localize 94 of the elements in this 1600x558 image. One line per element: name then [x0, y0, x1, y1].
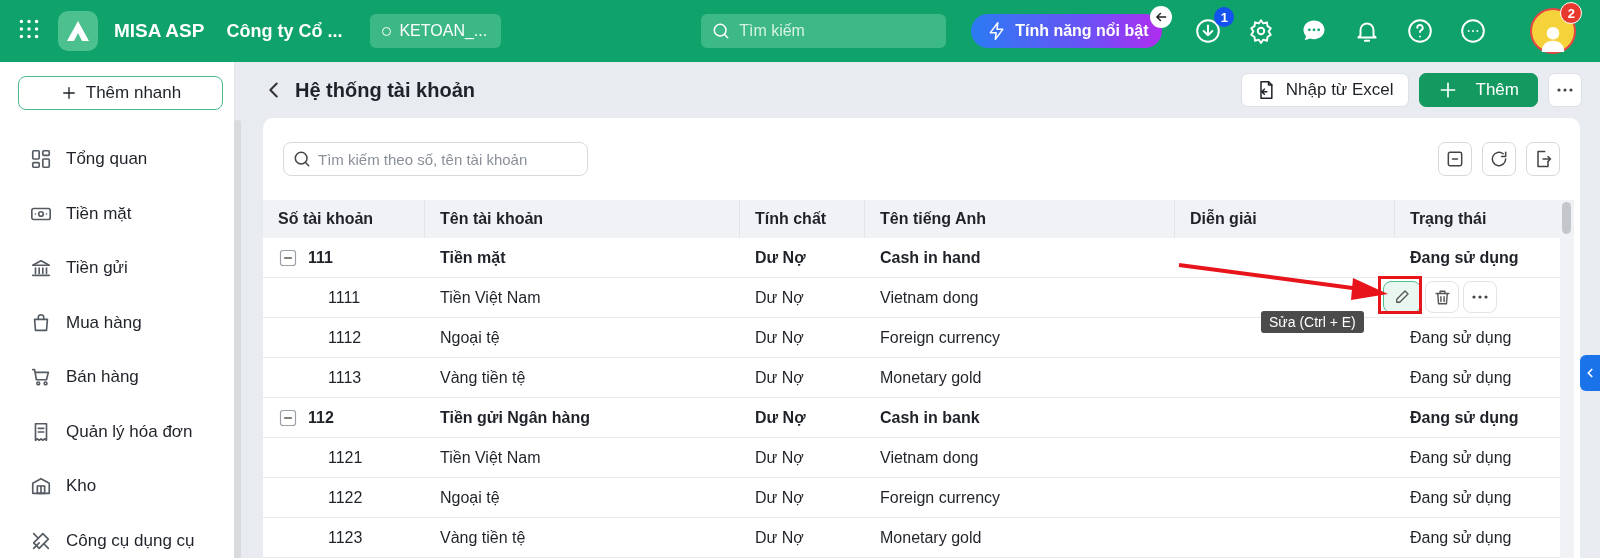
status-text: Đang sử dụng — [1410, 488, 1512, 507]
page-title: Hệ thống tài khoản — [295, 78, 476, 102]
search-icon — [292, 149, 312, 169]
english-name: Cash in bank — [880, 408, 980, 427]
refresh-icon — [1489, 149, 1509, 169]
more-button[interactable] — [1548, 73, 1582, 107]
status-text: Đang sử dụng — [1410, 368, 1512, 387]
account-name: Tiền Việt Nam — [440, 448, 541, 467]
dashboard-icon — [30, 148, 52, 171]
column-header: Tên tài khoản — [425, 200, 740, 238]
account-search-field[interactable]: Tìm kiếm theo số, tên tài khoản — [283, 142, 588, 176]
scrollbar-thumb[interactable] — [1562, 202, 1571, 234]
trash-icon — [1432, 287, 1452, 307]
notification-badge: 2 — [1560, 2, 1583, 24]
account-number: 1113 — [328, 368, 362, 387]
minus-square-icon — [1445, 149, 1465, 169]
english-name: Foreign currency — [880, 328, 1001, 347]
sidebar-item[interactable]: Mua hàng — [18, 295, 234, 350]
account-nature: Dư Nợ — [755, 448, 804, 467]
column-header: Diễn giải — [1175, 200, 1395, 238]
more-button[interactable] — [1459, 17, 1488, 45]
account-nature: Dư Nợ — [755, 328, 804, 347]
side-panel-toggle[interactable] — [1580, 355, 1600, 391]
add-button[interactable]: Thêm — [1418, 73, 1538, 107]
collapse-icon — [278, 247, 298, 268]
account-nature: Dư Nợ — [755, 248, 806, 267]
column-header: Số tài khoản — [263, 200, 425, 238]
notification-badge: 1 — [1214, 7, 1235, 27]
account-name: Ngoại tệ — [440, 488, 500, 507]
account-name: Tiền Việt Nam — [440, 288, 541, 307]
import-excel-button[interactable]: Nhập từ Excel — [1240, 73, 1409, 107]
cart-icon — [30, 366, 52, 389]
features-button[interactable]: Tính năng nổi bật — [971, 14, 1163, 48]
account-number: 1122 — [328, 488, 363, 507]
user-avatar[interactable] — [1530, 8, 1577, 54]
account-name: Vàng tiền tệ — [440, 368, 526, 387]
pencil-icon — [1393, 288, 1411, 306]
sidebar-item[interactable]: Bán hàng — [18, 350, 234, 405]
app-name: MISA ASP — [114, 20, 205, 42]
english-name: Vietnam dong — [880, 448, 979, 467]
account-nature: Dư Nợ — [755, 368, 804, 387]
arrow-left-icon[interactable] — [1150, 6, 1173, 28]
status-text: Đang sử dụng — [1410, 448, 1512, 467]
english-name: Cash in hand — [880, 248, 981, 267]
export-button[interactable] — [1526, 142, 1560, 176]
sidebar-item[interactable]: Quản lý hóa đơn — [18, 404, 234, 459]
sidebar-item[interactable]: Tổng quan — [18, 132, 234, 187]
refresh-button[interactable] — [1482, 142, 1516, 176]
account-number: 112 — [308, 408, 334, 427]
tooltip: Sửa (Ctrl + E) — [1261, 311, 1364, 333]
account-number: 1112 — [328, 328, 362, 347]
help-icon — [1407, 18, 1434, 44]
account-number: 1111 — [328, 288, 361, 307]
account-name: Vàng tiền tệ — [440, 528, 526, 547]
account-number: 111 — [308, 248, 333, 267]
more-icon — [1472, 295, 1488, 299]
highlight-frame — [1378, 276, 1422, 314]
account-name: Ngoại tệ — [440, 328, 500, 347]
account-number: 1123 — [328, 528, 363, 547]
column-header: Tính chất — [740, 200, 865, 238]
account-number: 1121 — [328, 448, 363, 467]
account-nature: Dư Nợ — [755, 288, 804, 307]
english-name: Vietnam dong — [880, 288, 979, 307]
status-text: Đang sử dụng — [1410, 528, 1512, 547]
quick-add-button[interactable]: Thêm nhanh — [18, 76, 223, 110]
column-header: Tên tiếng Anh — [865, 200, 1175, 238]
scrollbar[interactable] — [234, 120, 241, 558]
account-nature: Dư Nợ — [755, 408, 806, 427]
download-icon — [1195, 18, 1222, 44]
account-nature: Dư Nợ — [755, 488, 804, 507]
status-text: Đang sử dụng — [1410, 408, 1519, 427]
sidebar-item[interactable]: Tiền gửi — [18, 241, 234, 296]
more-icon — [1460, 18, 1487, 44]
sidebar-item[interactable]: Kho — [18, 459, 234, 514]
sidebar-item[interactable]: Công cụ dụng cụ — [18, 513, 234, 558]
app-logo[interactable] — [58, 11, 98, 51]
sidebar-item[interactable]: Tiền mặt — [18, 186, 234, 241]
column-header: Trạng thái — [1395, 200, 1560, 238]
status-text: Đang sử dụng — [1410, 248, 1519, 267]
settings-icon — [1248, 18, 1275, 44]
account-name: Tiền gửi Ngân hàng — [440, 408, 590, 427]
collapse-all-button[interactable] — [1438, 142, 1472, 176]
search-field[interactable]: Tìm kiếm — [701, 14, 947, 48]
english-name: Foreign currency — [880, 488, 1001, 507]
collapse-icon — [278, 407, 298, 428]
english-name: Monetary gold — [880, 368, 982, 387]
more-icon — [1557, 88, 1573, 92]
account-name: Tiền mặt — [440, 248, 506, 267]
delete-button[interactable] — [1425, 281, 1459, 313]
english-name: Monetary gold — [880, 528, 982, 547]
account-nature: Dư Nợ — [755, 528, 804, 547]
help-button[interactable] — [1406, 17, 1435, 45]
status-text: Đang sử dụng — [1410, 328, 1512, 347]
download-button[interactable] — [1194, 17, 1223, 45]
